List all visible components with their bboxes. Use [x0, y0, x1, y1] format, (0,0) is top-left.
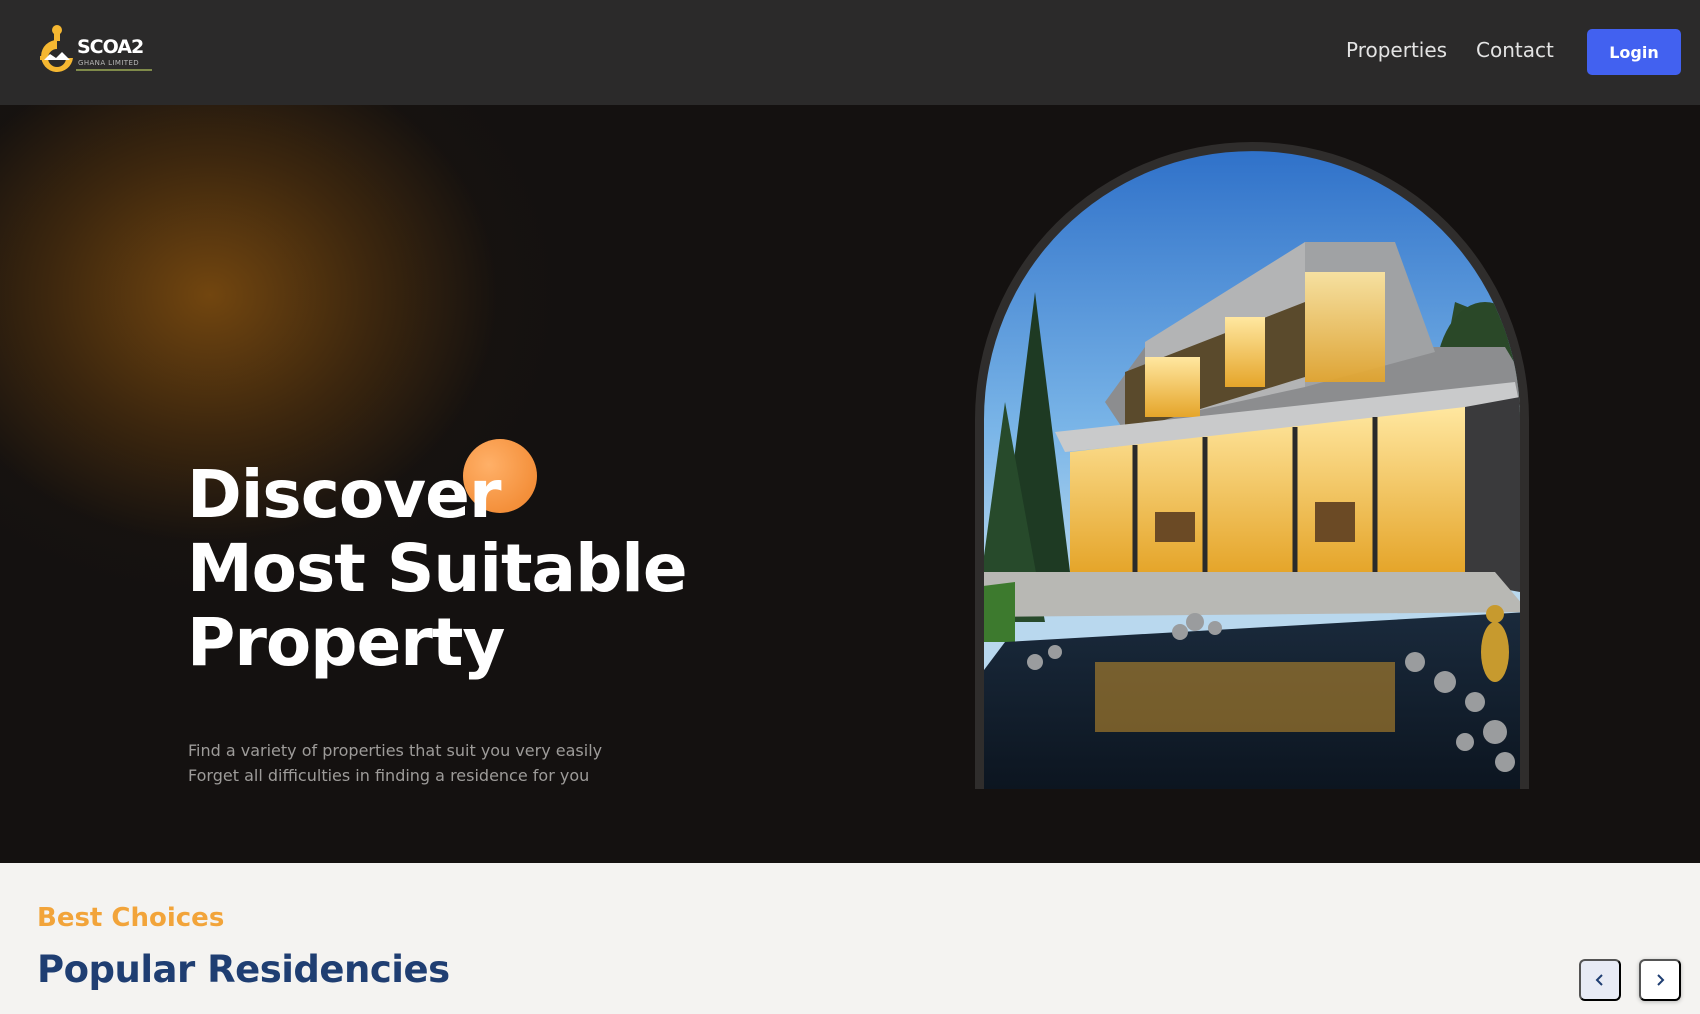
chevron-right-icon — [1657, 974, 1665, 986]
hero-title: Discover Most Suitable Property — [187, 456, 688, 681]
carousel-next-button[interactable] — [1639, 959, 1681, 1001]
section-kicker: Best Choices — [37, 903, 225, 933]
hero-subtitle-line-2: Forget all difficulties in finding a res… — [188, 766, 590, 785]
logo-tagline-bar — [76, 69, 152, 71]
nav-contact[interactable]: Contact — [1476, 38, 1554, 62]
hero-house-image — [975, 142, 1529, 789]
hero-title-line-3: Property — [187, 604, 505, 681]
hero-subtitle-line-1: Find a variety of properties that suit y… — [188, 741, 603, 760]
carousel-prev-button[interactable] — [1579, 959, 1621, 1001]
logo-mark-icon — [40, 25, 73, 72]
hero-subtitle: Find a variety of properties that suit y… — [188, 738, 602, 788]
logo-subtext: GHANA LIMITED — [78, 59, 140, 67]
section-title: Popular Residencies — [37, 948, 450, 991]
hero-title-line-2: Most Suitable — [187, 530, 688, 607]
site-header: SCOA2 GHANA LIMITED Properties Contact L… — [0, 0, 1700, 105]
chevron-left-icon — [1595, 974, 1603, 986]
login-button[interactable]: Login — [1587, 29, 1681, 75]
residencies-section: Best Choices Popular Residencies — [0, 863, 1700, 1014]
company-logo[interactable]: SCOA2 GHANA LIMITED — [38, 16, 153, 78]
hero-section: Discover Most Suitable Property Find a v… — [0, 105, 1700, 863]
hero-title-line-1: Discover — [187, 456, 501, 533]
logo-text: SCOA2 — [77, 36, 144, 58]
nav-properties[interactable]: Properties — [1346, 38, 1447, 62]
